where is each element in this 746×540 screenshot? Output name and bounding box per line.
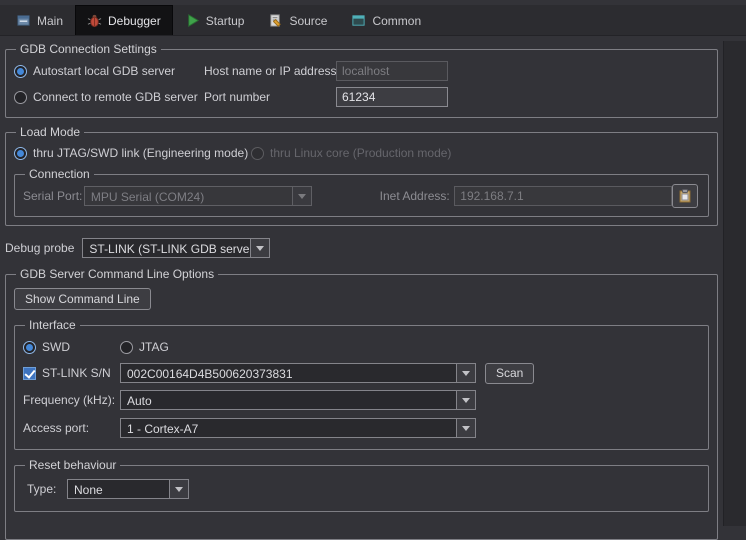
radio-label: thru Linux core (Production mode) — [270, 146, 452, 160]
tab-main-label: Main — [37, 13, 64, 28]
chevron-down-icon — [456, 391, 475, 409]
radio-jtag[interactable]: JTAG — [120, 340, 169, 354]
scan-button[interactable]: Scan — [485, 362, 535, 384]
tab-source-label: Source — [289, 13, 328, 28]
group-title: Reset behaviour — [29, 458, 117, 472]
port-number-input[interactable] — [336, 87, 448, 107]
chevron-down-icon — [456, 364, 475, 382]
radio-label: thru JTAG/SWD link (Engineering mode) — [33, 146, 249, 160]
serial-port-value: MPU Serial (COM24) — [90, 189, 205, 204]
debug-probe-value: ST-LINK (ST-LINK GDB server) — [89, 241, 251, 256]
chevron-down-icon — [456, 419, 475, 437]
debug-probe-row: Debug probe ST-LINK (ST-LINK GDB server) — [5, 233, 718, 263]
group-gdb-server-options: GDB Server Command Line Options Show Com… — [5, 267, 718, 540]
group-title: GDB Connection Settings — [20, 42, 157, 56]
stlink-sn-combo[interactable]: 002C00164D4B500620373831 — [120, 363, 476, 383]
startup-icon — [188, 14, 199, 27]
radio-thru-linux-core: thru Linux core (Production mode) — [251, 146, 451, 160]
tab-startup[interactable]: Startup — [173, 5, 257, 35]
checkbox-icon — [23, 366, 36, 380]
right-scroll-gutter[interactable] — [723, 41, 746, 526]
group-title: Connection — [29, 167, 90, 181]
chevron-down-icon — [250, 239, 270, 257]
stlink-sn-value: 002C00164D4B500620373831 — [127, 366, 293, 381]
source-icon — [270, 14, 282, 27]
serial-port-combo: MPU Serial (COM24) — [83, 186, 312, 206]
host-name-label: Host name or IP address — [204, 64, 337, 78]
config-tab-bar: Main Debugger Startup Source Common — [0, 5, 746, 36]
radio-icon — [251, 146, 264, 160]
access-port-combo[interactable]: 1 - Cortex-A7 — [120, 418, 476, 438]
radio-label: Autostart local GDB server — [33, 64, 176, 78]
show-command-line-button[interactable]: Show Command Line — [14, 288, 151, 310]
paste-button[interactable] — [672, 184, 698, 208]
radio-icon — [14, 64, 27, 78]
reset-type-combo[interactable]: None — [67, 479, 189, 499]
radio-thru-jtag-swd-link[interactable]: thru JTAG/SWD link (Engineering mode) — [14, 146, 251, 160]
radio-label: Connect to remote GDB server — [33, 90, 198, 104]
frequency-value: Auto — [127, 393, 152, 408]
radio-icon — [14, 146, 27, 160]
frequency-combo[interactable]: Auto — [120, 390, 476, 410]
radio-icon — [23, 340, 36, 354]
radio-connect-remote-gdb-server[interactable]: Connect to remote GDB server — [14, 90, 204, 104]
reset-type-value: None — [74, 482, 103, 497]
common-icon — [352, 15, 366, 26]
access-port-value: 1 - Cortex-A7 — [127, 421, 199, 436]
tab-debugger[interactable]: Debugger — [75, 5, 173, 35]
group-connection: Connection Serial Port: MPU Serial (COM2… — [14, 167, 709, 217]
debug-probe-label: Debug probe — [5, 241, 75, 255]
radio-swd[interactable]: SWD — [23, 340, 120, 354]
checkbox-stlink-sn[interactable]: ST-LINK S/N — [23, 366, 120, 380]
group-title: Load Mode — [20, 125, 81, 139]
debug-probe-combo[interactable]: ST-LINK (ST-LINK GDB server) — [82, 238, 271, 258]
chevron-down-icon — [291, 187, 311, 205]
inet-address-label: Inet Address: — [379, 189, 450, 203]
access-port-label: Access port: — [23, 421, 90, 435]
group-interface: Interface SWD JTAG ST-LINK S/N 002C00164… — [14, 318, 709, 450]
group-title: Interface — [29, 318, 76, 332]
tab-common-label: Common — [372, 13, 422, 28]
debugger-tab-content: GDB Connection Settings Autostart local … — [0, 36, 746, 540]
tab-source[interactable]: Source — [256, 5, 339, 35]
tab-debugger-label: Debugger — [108, 13, 161, 28]
frequency-label: Frequency (kHz): — [23, 393, 116, 407]
inet-address-input — [454, 186, 673, 206]
port-number-label: Port number — [204, 90, 271, 104]
reset-type-label: Type: — [27, 482, 57, 496]
tab-main[interactable]: Main — [4, 5, 75, 35]
bug-icon — [87, 14, 102, 28]
serial-port-label: Serial Port: — [23, 189, 83, 203]
radio-autostart-local-gdb-server[interactable]: Autostart local GDB server — [14, 64, 204, 78]
host-name-input — [336, 61, 448, 81]
checkbox-label: ST-LINK S/N — [42, 366, 111, 380]
group-load-mode: Load Mode thru JTAG/SWD link (Engineerin… — [5, 125, 718, 226]
main-icon — [17, 15, 30, 26]
chevron-down-icon — [169, 480, 188, 498]
tab-startup-label: Startup — [205, 13, 245, 28]
paste-icon — [679, 189, 691, 203]
radio-icon — [120, 340, 133, 354]
radio-icon — [14, 90, 27, 104]
group-title: GDB Server Command Line Options — [20, 267, 215, 281]
radio-label: SWD — [42, 340, 70, 354]
tab-common[interactable]: Common — [339, 5, 433, 35]
group-reset-behaviour: Reset behaviour Type: None — [14, 458, 709, 512]
radio-label: JTAG — [139, 340, 169, 354]
group-gdb-connection-settings: GDB Connection Settings Autostart local … — [5, 42, 718, 118]
